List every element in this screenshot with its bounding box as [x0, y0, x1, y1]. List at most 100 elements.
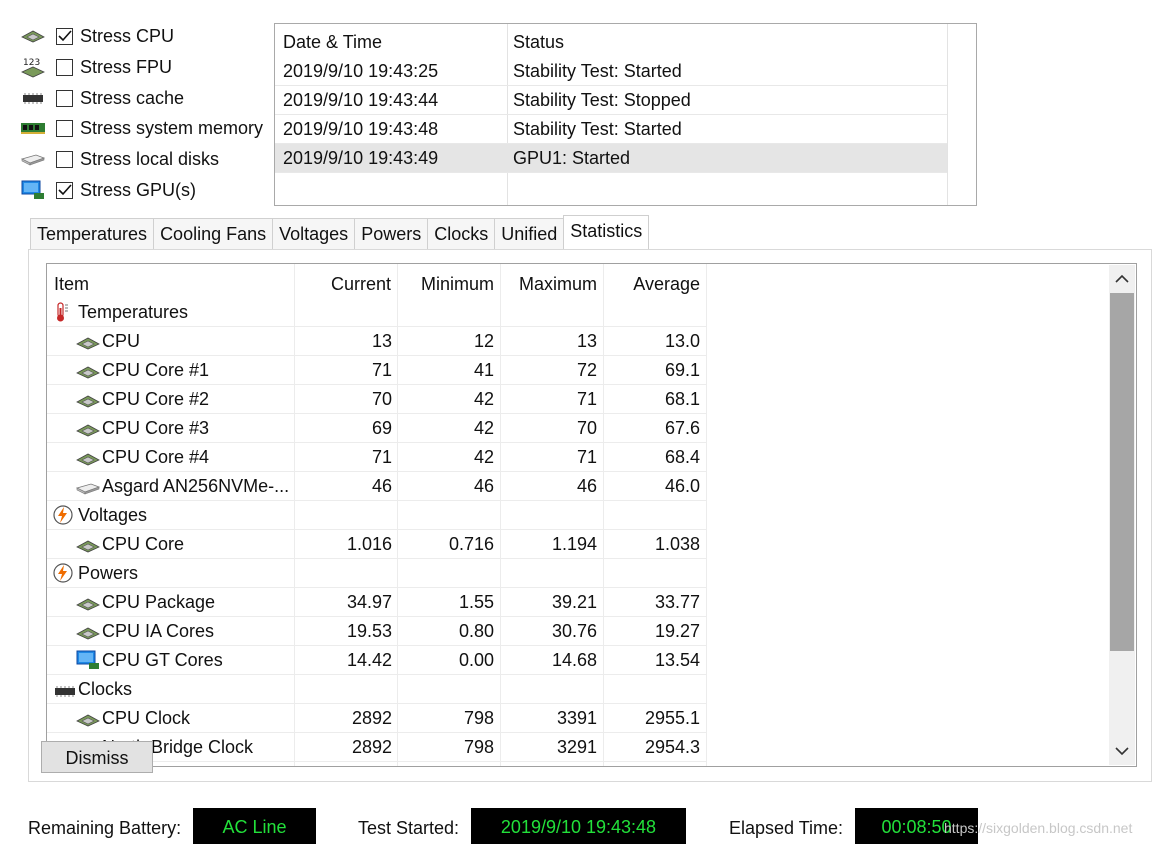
option-label: Stress cache [80, 87, 185, 108]
table-row[interactable]: North Bridge Clock 2892 798 3291 2954.3 [47, 733, 1109, 762]
stress-option-stress-gpu-s[interactable]: Stress GPU(s) [18, 176, 196, 204]
table-row[interactable]: CPU Core #1 71 41 72 69.1 [47, 356, 1109, 385]
column-header-item[interactable]: Item [54, 266, 89, 298]
table-row[interactable]: CPU GT Cores 14.42 0.00 14.68 13.54 [47, 646, 1109, 675]
cell-maximum: 1.194 [551, 534, 597, 554]
column-header-maximum[interactable]: Maximum [500, 266, 597, 298]
cell-maximum: 71 [576, 389, 597, 409]
row-item: CPU Core #4 [102, 447, 210, 467]
checkbox[interactable] [56, 89, 73, 107]
table-group-row[interactable]: Voltages [47, 501, 1109, 530]
stress-option-stress-fpu[interactable]: 123 Stress FPU [18, 53, 172, 81]
statistics-table[interactable]: Item Current Minimum Maximum Average Tem… [46, 263, 1137, 767]
column-header-current[interactable]: Current [295, 266, 391, 298]
cell-minimum [397, 298, 494, 327]
log-row[interactable]: 2019/9/10 19:43:48 Stability Test: Starte… [275, 115, 947, 144]
scroll-up-icon[interactable] [1115, 274, 1129, 284]
table-group-row[interactable]: Clocks [47, 675, 1109, 704]
log-row[interactable]: 2019/9/10 19:43:25 Stability Test: Starte… [275, 57, 947, 86]
stress-option-stress-local-disks[interactable]: Stress local disks [18, 145, 219, 173]
tab-statistics[interactable]: Statistics [563, 215, 650, 249]
cell-maximum: 46 [576, 476, 597, 496]
cpu-chip-icon [18, 25, 48, 47]
event-log[interactable]: Date & Time Status 2019/9/10 19:43:25 Sta… [274, 23, 977, 206]
elapsed-time-label: Elapsed Time: [729, 818, 844, 838]
cell-average [603, 501, 700, 530]
tab-powers[interactable]: Powers [354, 218, 429, 249]
stress-option-stress-cache[interactable]: Stress cache [18, 84, 184, 112]
memory-module-icon [18, 117, 48, 139]
cell-maximum [500, 675, 597, 704]
battery-label: Remaining Battery: [28, 818, 182, 838]
checkbox[interactable] [56, 181, 73, 199]
cell-current: 34.97 [346, 592, 392, 612]
cell-maximum: 30.76 [551, 621, 597, 641]
tab-clocks[interactable]: Clocks [427, 218, 496, 249]
table-row[interactable]: CPU 13 12 13 13.0 [47, 327, 1109, 356]
row-item: CPU Core #2 [102, 389, 210, 409]
table-group-row[interactable]: Temperatures [47, 298, 1109, 327]
table-group-row[interactable]: Powers [47, 559, 1109, 588]
row-item: CPU IA Cores [102, 621, 215, 641]
tab-temperatures[interactable]: Temperatures [30, 218, 155, 249]
row-item: CPU GT Cores [102, 650, 223, 670]
log-header-date[interactable]: Date & Time [283, 32, 382, 53]
table-row[interactable]: CPU Core #2 70 42 71 68.1 [47, 385, 1109, 414]
column-header-average[interactable]: Average [603, 266, 700, 298]
log-status: GPU1: Started [513, 148, 631, 168]
log-row[interactable]: 2019/9/10 19:43:49 GPU1: Started [275, 144, 947, 173]
cell-average: 69.1 [664, 360, 700, 380]
table-row[interactable]: CPU Package 34.97 1.55 39.21 33.77 [47, 588, 1109, 617]
tab-unified[interactable]: Unified [494, 218, 565, 249]
checkbox[interactable] [56, 150, 73, 168]
table-row[interactable]: CPU Core #4 71 42 71 68.4 [47, 443, 1109, 472]
checkbox[interactable] [56, 119, 73, 137]
scrollbar-thumb[interactable] [1110, 293, 1134, 651]
tab-cooling-fans[interactable]: Cooling Fans [153, 218, 274, 249]
table-row[interactable]: CPU Core 1.016 0.716 1.194 1.038 [47, 530, 1109, 559]
row-item: Clocks [78, 679, 133, 699]
cell-maximum: 3391 [556, 708, 597, 728]
cell-maximum: 3291 [556, 737, 597, 757]
cell-current [295, 559, 392, 588]
cell-current: 46 [371, 476, 392, 496]
scroll-down-icon[interactable] [1115, 746, 1129, 756]
cell-current: 71 [371, 360, 392, 380]
table-row[interactable]: CPU Clock 2892 798 3391 2955.1 [47, 704, 1109, 733]
column-header-minimum[interactable]: Minimum [397, 266, 494, 298]
log-status: Stability Test: Started [513, 119, 682, 139]
row-item: Asgard AN256NVMe-... [102, 476, 290, 496]
cell-average: 2955.1 [644, 708, 700, 728]
cell-current [295, 501, 392, 530]
table-row[interactable]: Asgard AN256NVMe-... 46 46 46 46.0 [47, 472, 1109, 501]
cell-minimum: 41 [473, 360, 494, 380]
checkbox[interactable] [56, 58, 73, 76]
dismiss-button[interactable]: Dismiss [41, 741, 153, 773]
cell-minimum: 42 [473, 447, 494, 467]
log-row[interactable]: 2019/9/10 19:43:44 Stability Test: Stoppe… [275, 86, 947, 115]
cell-minimum [397, 501, 494, 530]
cell-minimum: 42 [473, 418, 494, 438]
table-row[interactable]: CPU Core #3 69 42 70 67.6 [47, 414, 1109, 443]
row-item: Temperatures [78, 302, 189, 322]
cell-current: 69 [371, 418, 392, 438]
cell-minimum: 0.716 [448, 534, 494, 554]
cell-current [295, 298, 392, 327]
cell-minimum: 1.55 [458, 592, 494, 612]
table-row[interactable]: CPU IA Cores 19.53 0.80 30.76 19.27 [47, 617, 1109, 646]
log-header-status[interactable]: Status [513, 32, 564, 53]
cell-minimum [397, 559, 494, 588]
cell-average [603, 559, 700, 588]
log-date: 2019/9/10 19:43:48 [283, 119, 439, 139]
table-scrollbar[interactable] [1109, 265, 1135, 765]
cell-average: 13.54 [654, 650, 700, 670]
cell-average: 46.0 [664, 476, 700, 496]
stress-option-stress-system-memory[interactable]: Stress system memory [18, 114, 263, 142]
cell-current: 19.53 [346, 621, 392, 641]
tab-voltages[interactable]: Voltages [272, 218, 356, 249]
cell-minimum: 42 [473, 389, 494, 409]
stress-option-stress-cpu[interactable]: Stress CPU [18, 22, 174, 50]
svg-text:123: 123 [23, 58, 40, 68]
cell-maximum: 14.68 [551, 650, 597, 670]
checkbox[interactable] [56, 27, 73, 45]
